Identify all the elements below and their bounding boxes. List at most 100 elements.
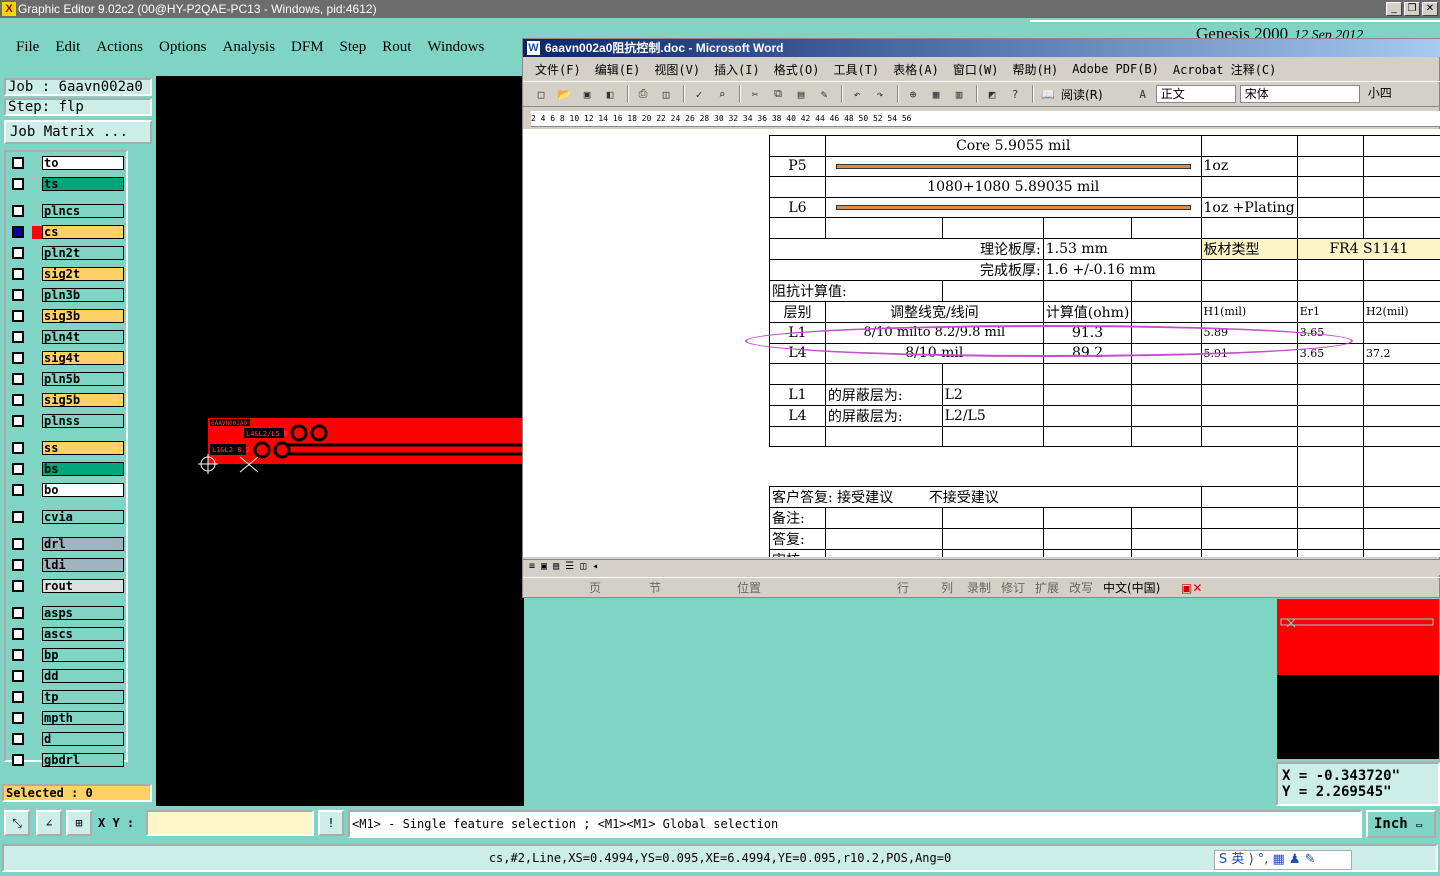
layer-name[interactable]: pln2t <box>42 246 124 260</box>
close-button[interactable]: ✕ <box>1422 2 1438 16</box>
font-size-select[interactable]: 小四 <box>1364 85 1394 103</box>
layer-name[interactable]: ascs <box>42 627 124 641</box>
layer-checkbox[interactable] <box>12 268 24 280</box>
zoom-box-icon[interactable]: ⤡ <box>4 810 30 836</box>
print-preview-icon[interactable]: ◫ <box>656 85 676 103</box>
permission-icon[interactable]: ◧ <box>600 85 620 103</box>
layer-name[interactable]: rout <box>42 579 124 593</box>
layer-checkbox[interactable] <box>12 559 24 571</box>
layer-row-tp[interactable]: tp <box>8 690 128 704</box>
layer-name[interactable]: sig5b <box>42 393 124 407</box>
layer-checkbox[interactable] <box>12 415 24 427</box>
menu-step[interactable]: Step <box>340 39 367 56</box>
layer-checkbox[interactable] <box>12 538 24 550</box>
layer-row-ldi[interactable]: ldi <box>8 558 128 572</box>
layer-row-plnss[interactable]: plnss <box>8 414 128 428</box>
menu-dfm[interactable]: DFM <box>291 39 324 56</box>
layer-row-dd[interactable]: dd <box>8 669 128 683</box>
read-icon[interactable]: 📖 <box>1038 85 1058 103</box>
cut-icon[interactable]: ✂ <box>745 85 765 103</box>
layer-name[interactable]: ss <box>42 441 124 455</box>
layer-name[interactable]: sig2t <box>42 267 124 281</box>
layer-row-sig4t[interactable]: sig4t <box>8 351 128 365</box>
layer-checkbox[interactable] <box>12 247 24 259</box>
layer-name[interactable]: pln5b <box>42 372 124 386</box>
horizontal-scrollbar[interactable]: ≡ ▣ ▤ ☰ ◫ ◂ <box>523 559 1440 575</box>
xy-input[interactable] <box>146 810 314 836</box>
layer-row-ss[interactable]: ss <box>8 441 128 455</box>
word-menu-format[interactable]: 格式(O) <box>774 61 820 78</box>
layer-name[interactable]: gbdrl <box>42 753 124 767</box>
word-menu-file[interactable]: 文件(F) <box>535 61 581 78</box>
layer-row-sig5b[interactable]: sig5b <box>8 393 128 407</box>
layer-checkbox[interactable] <box>12 373 24 385</box>
menu-actions[interactable]: Actions <box>96 39 143 56</box>
hyperlink-icon[interactable]: ⊕ <box>903 85 923 103</box>
read-button[interactable]: 阅读(R) <box>1061 86 1103 103</box>
layer-row-pln3b[interactable]: pln3b <box>8 288 128 302</box>
research-icon[interactable]: ⌕ <box>712 85 732 103</box>
layer-row-mpth[interactable]: mpth <box>8 711 128 725</box>
tables-borders-icon[interactable]: ▦ <box>926 85 946 103</box>
layer-checkbox[interactable] <box>12 580 24 592</box>
word-menu-adobe-pdf[interactable]: Adobe PDF(B) <box>1072 62 1159 76</box>
measure-icon[interactable]: ∠ <box>36 810 62 836</box>
layer-name[interactable]: pln3b <box>42 288 124 302</box>
view-buttons[interactable]: ≡ ▣ ▤ ☰ ◫ ◂ <box>529 561 598 572</box>
layer-row-bs[interactable]: bs <box>8 462 128 476</box>
copy-icon[interactable]: ⧉ <box>768 85 788 103</box>
layer-checkbox[interactable] <box>12 178 24 190</box>
style-select[interactable]: 正文 <box>1155 85 1236 103</box>
layer-checkbox[interactable] <box>12 511 24 523</box>
layer-row-gbdrl[interactable]: gbdrl <box>8 753 128 767</box>
layer-checkbox[interactable] <box>12 628 24 640</box>
word-menu-insert[interactable]: 插入(I) <box>714 61 760 78</box>
word-menu-help[interactable]: 帮助(H) <box>1013 61 1059 78</box>
help-icon[interactable]: ? <box>1005 85 1025 103</box>
document-area[interactable]: Core 5.9055 mil P5 1oz 1080+1080 5.89035 … <box>523 129 1440 557</box>
layer-checkbox[interactable] <box>12 442 24 454</box>
menu-windows[interactable]: Windows <box>427 39 484 56</box>
snap-grid-icon[interactable]: ⊞ <box>66 810 92 836</box>
menu-file[interactable]: File <box>16 39 39 56</box>
layer-name[interactable]: to <box>42 156 124 170</box>
layer-row-drl[interactable]: drl <box>8 537 128 551</box>
layer-checkbox[interactable] <box>12 394 24 406</box>
layer-row-rout[interactable]: rout <box>8 579 128 593</box>
layer-row-pln5b[interactable]: pln5b <box>8 372 128 386</box>
layer-name[interactable]: cvia <box>42 510 124 524</box>
layer-name[interactable]: dd <box>42 669 124 683</box>
layer-name[interactable]: d <box>42 732 124 746</box>
ime-toolbar[interactable]: S 英 ) °, ▦ ♟ ✎ <box>1214 850 1352 870</box>
new-doc-icon[interactable]: □ <box>531 85 551 103</box>
save-icon[interactable]: ▣ <box>577 85 597 103</box>
layer-row-asps[interactable]: asps <box>8 606 128 620</box>
layer-checkbox[interactable] <box>12 226 24 238</box>
layer-name[interactable]: cs <box>42 225 124 239</box>
layer-row-bo[interactable]: bo <box>8 483 128 497</box>
menu-analysis[interactable]: Analysis <box>223 39 276 56</box>
layer-row-d[interactable]: d <box>8 732 128 746</box>
layer-row-sig3b[interactable]: sig3b <box>8 309 128 323</box>
layer-checkbox[interactable] <box>12 670 24 682</box>
layer-checkbox[interactable] <box>12 463 24 475</box>
word-menu-window[interactable]: 窗口(W) <box>953 61 999 78</box>
insert-table-icon[interactable]: ▥ <box>949 85 969 103</box>
redo-icon[interactable]: ↷ <box>870 85 890 103</box>
layer-name[interactable]: bp <box>42 648 124 662</box>
layer-checkbox[interactable] <box>12 691 24 703</box>
layer-checkbox[interactable] <box>12 649 24 661</box>
layer-row-sig2t[interactable]: sig2t <box>8 267 128 281</box>
layer-row-ts[interactable]: ts <box>8 177 128 191</box>
info-icon[interactable]: ! <box>318 810 344 836</box>
word-menu-acrobat[interactable]: Acrobat 注释(C) <box>1173 61 1276 78</box>
spelling-icon[interactable]: ✓ <box>689 85 709 103</box>
layer-checkbox[interactable] <box>12 331 24 343</box>
layer-row-pln4t[interactable]: pln4t <box>8 330 128 344</box>
layer-name[interactable]: mpth <box>42 711 124 725</box>
layer-name[interactable]: pln4t <box>42 330 124 344</box>
layer-name[interactable]: sig3b <box>42 309 124 323</box>
layer-name[interactable]: ts <box>42 177 124 191</box>
layer-name[interactable]: bo <box>42 483 124 497</box>
layer-checkbox[interactable] <box>12 607 24 619</box>
